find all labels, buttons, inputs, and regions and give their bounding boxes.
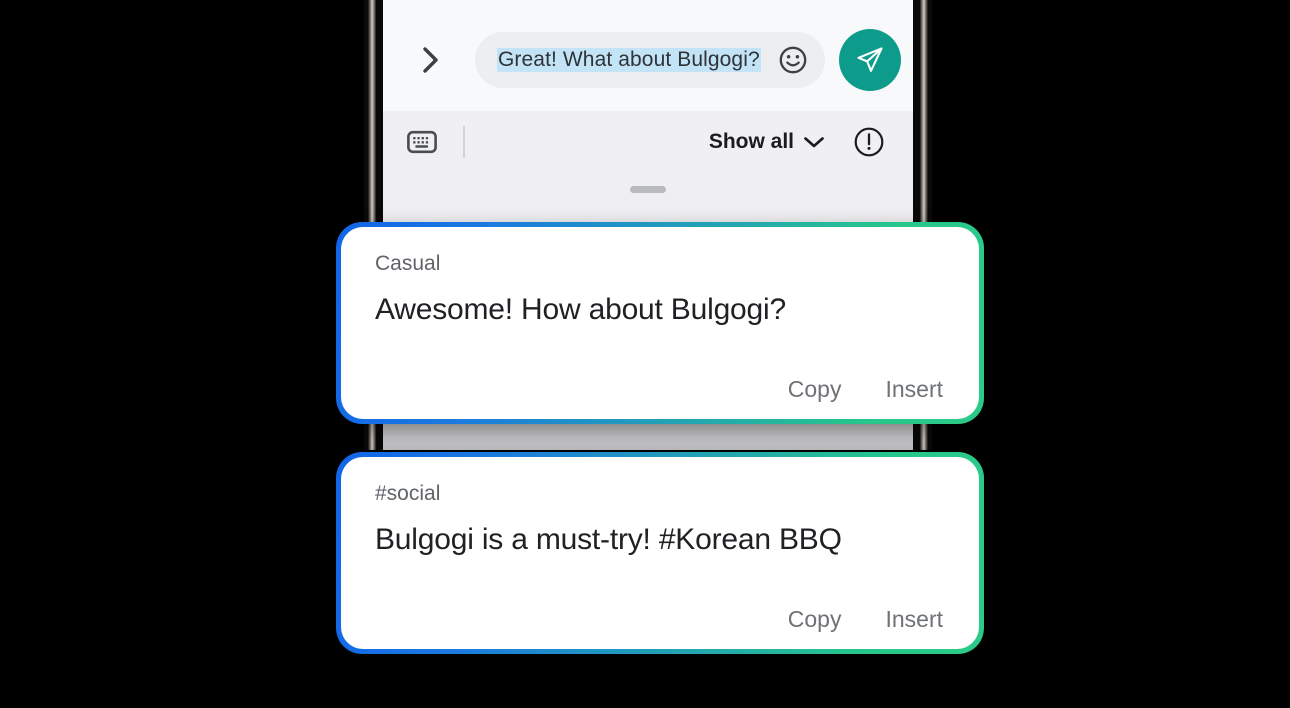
suggestion-card-casual[interactable]: Casual Awesome! How about Bulgogi? Copy … bbox=[336, 222, 984, 424]
exclamation-circle-icon bbox=[853, 126, 885, 158]
suggestion-card-body: Casual Awesome! How about Bulgogi? Copy … bbox=[341, 227, 979, 419]
emoji-smiley-icon bbox=[778, 45, 808, 75]
copy-button[interactable]: Copy bbox=[788, 378, 842, 401]
suggestion-card-text: Bulgogi is a must-try! #Korean BBQ bbox=[375, 523, 842, 556]
suggestion-card-actions: Copy Insert bbox=[375, 378, 947, 401]
suggestion-card-text: Awesome! How about Bulgogi? bbox=[375, 293, 786, 326]
show-all-button[interactable]: Show all bbox=[709, 130, 825, 154]
send-paper-plane-icon bbox=[853, 43, 887, 77]
copy-button[interactable]: Copy bbox=[788, 608, 842, 631]
suggestion-card-tag: Casual bbox=[375, 252, 441, 275]
chevron-right-icon bbox=[418, 43, 444, 77]
toolbar-divider bbox=[463, 125, 465, 158]
keyboard-icon bbox=[407, 129, 437, 155]
screenshot-stage: Great! What about Bulgogi? Show all Casu… bbox=[0, 0, 1290, 708]
suggestion-card-social[interactable]: #social Bulgogi is a must-try! #Korean B… bbox=[336, 452, 984, 654]
show-all-label: Show all bbox=[708, 129, 794, 153]
message-input[interactable]: Great! What about Bulgogi? bbox=[475, 31, 825, 88]
info-button[interactable] bbox=[851, 124, 887, 160]
keyboard-button[interactable] bbox=[403, 125, 441, 159]
insert-button[interactable]: Insert bbox=[885, 378, 943, 401]
insert-button[interactable]: Insert bbox=[885, 608, 943, 631]
sheet-drag-handle[interactable] bbox=[630, 186, 666, 193]
suggestion-card-actions: Copy Insert bbox=[375, 608, 947, 631]
suggestion-card-body: #social Bulgogi is a must-try! #Korean B… bbox=[341, 457, 979, 649]
message-input-text: Great! What about Bulgogi? bbox=[497, 47, 771, 72]
suggestion-toolbar: Show all bbox=[383, 111, 913, 172]
expand-toolbar-button[interactable] bbox=[413, 38, 449, 82]
suggestion-card-tag: #social bbox=[375, 482, 441, 505]
selected-text: Great! What about Bulgogi? bbox=[497, 47, 761, 72]
chevron-down-icon bbox=[803, 135, 825, 149]
message-composer: Great! What about Bulgogi? bbox=[383, 0, 913, 111]
emoji-button[interactable] bbox=[771, 38, 815, 82]
send-button[interactable] bbox=[839, 28, 901, 91]
